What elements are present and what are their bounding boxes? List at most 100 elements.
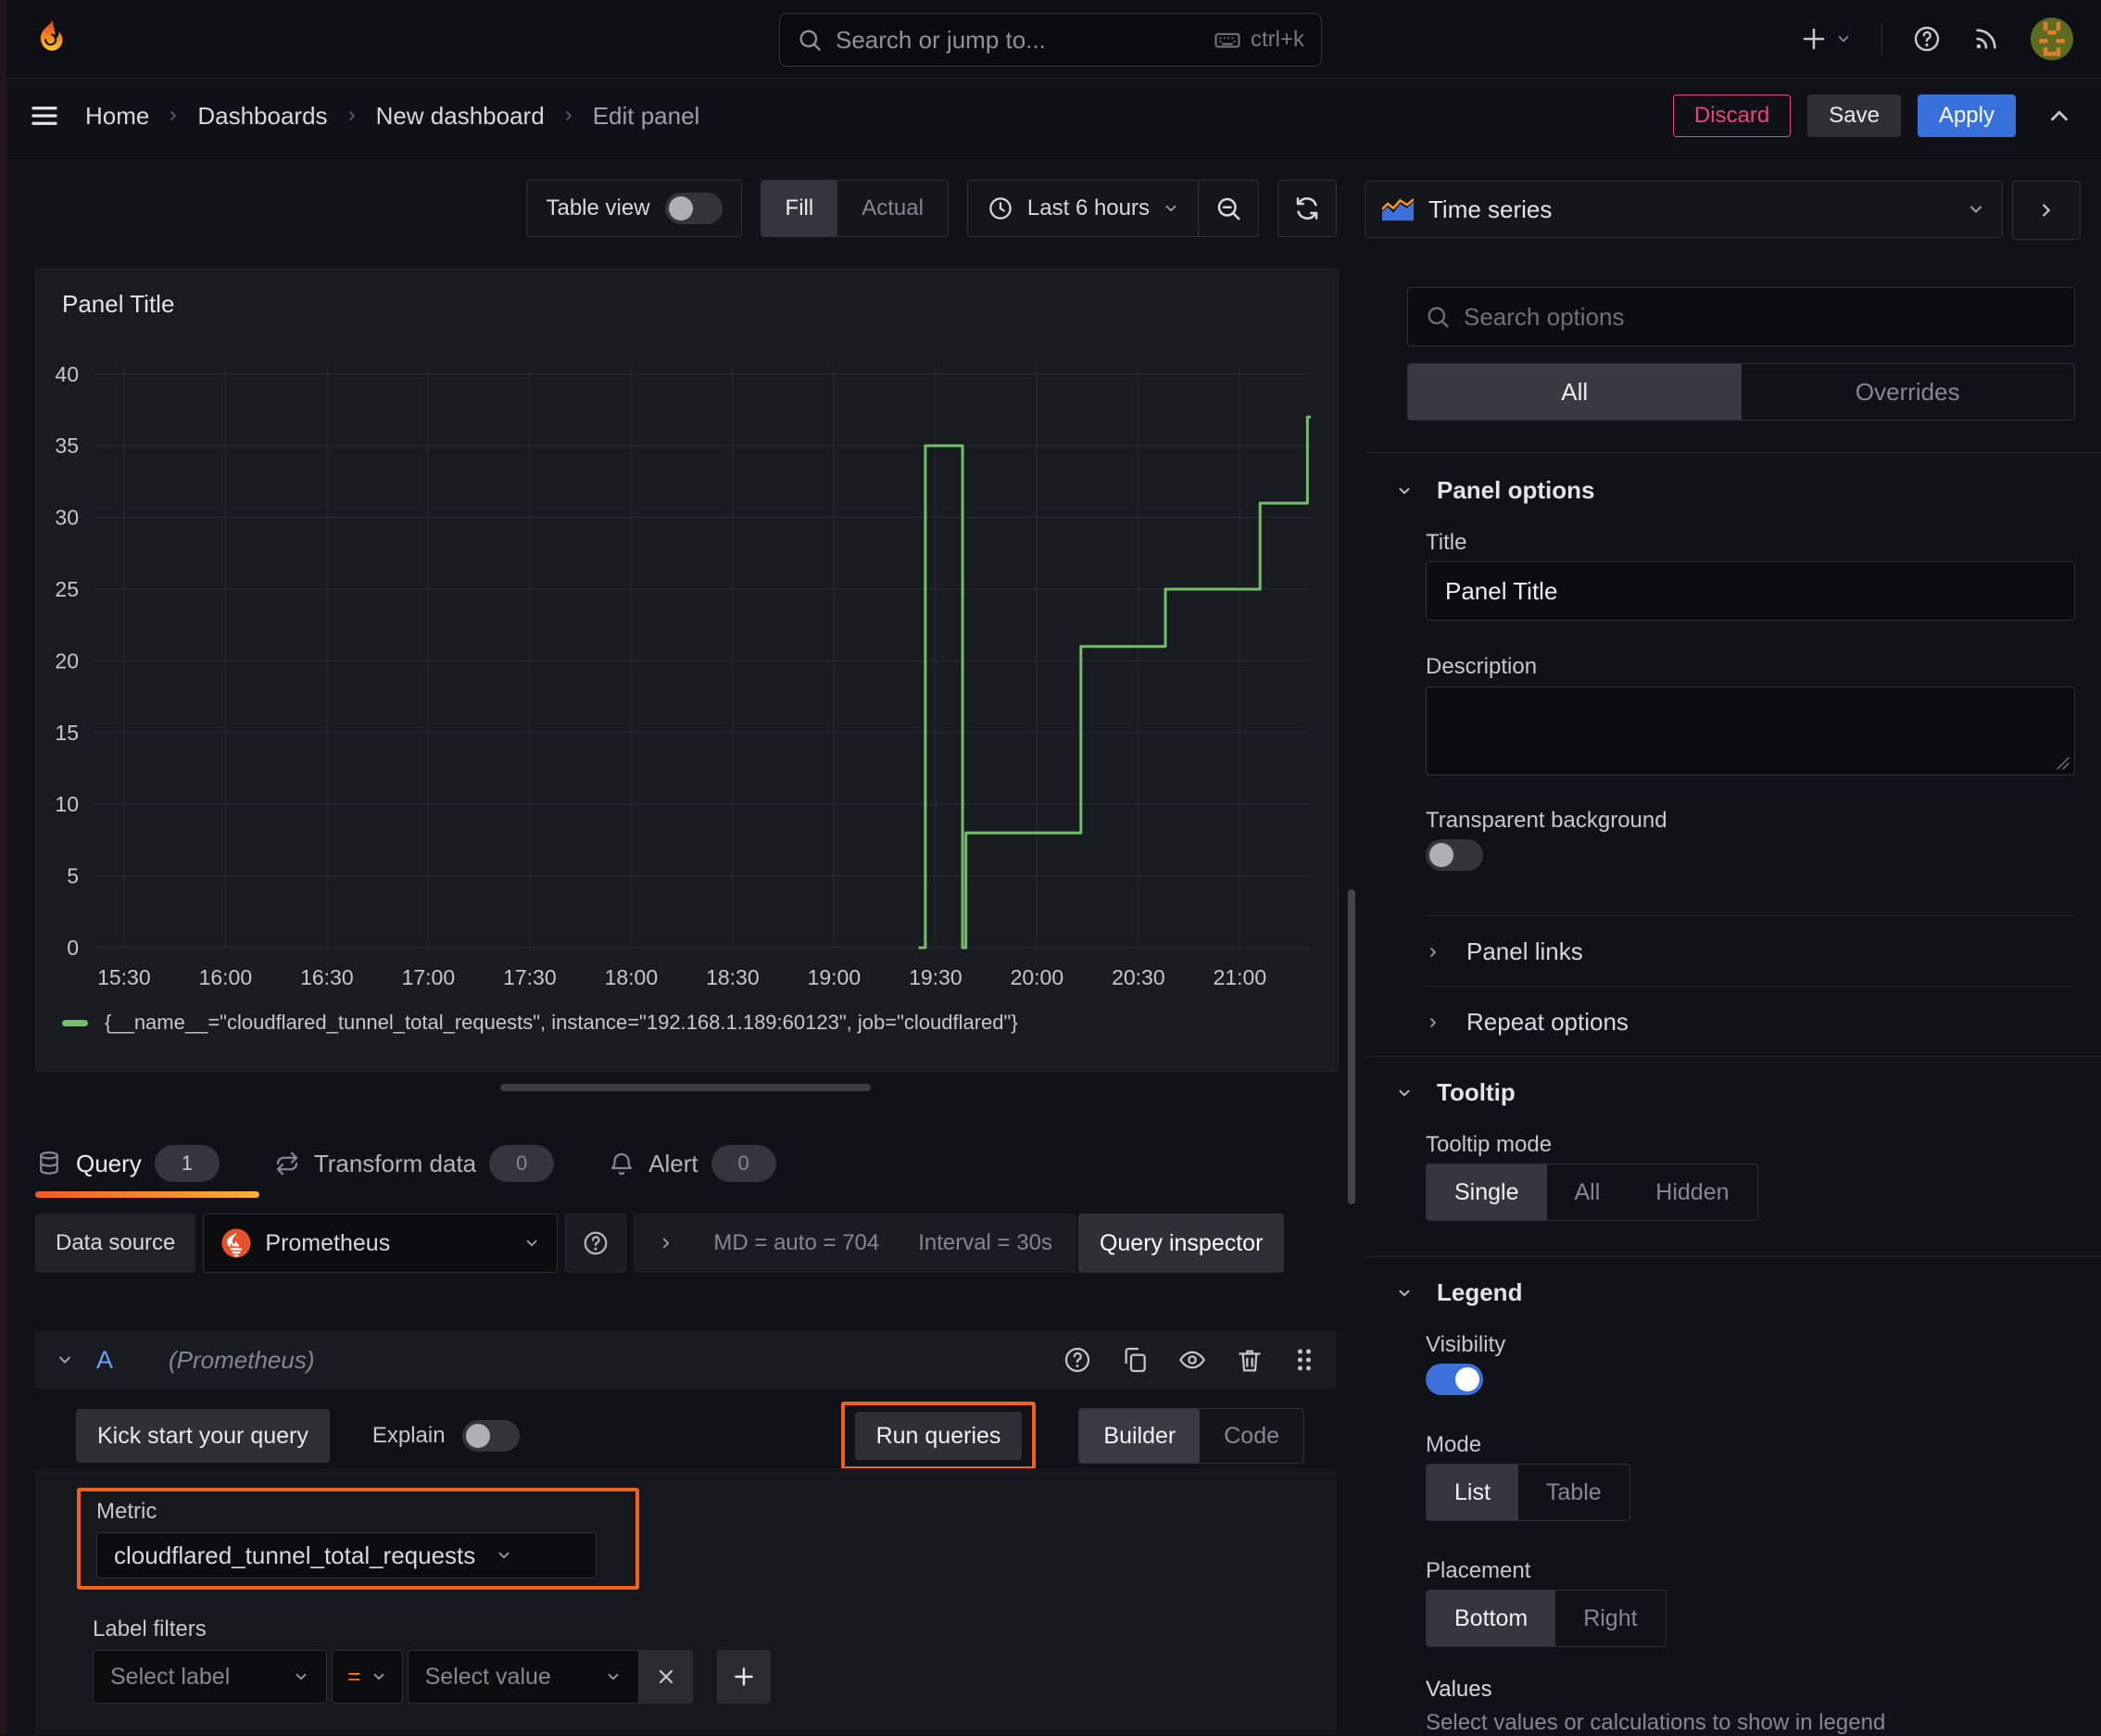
explain-toggle[interactable] bbox=[461, 1420, 520, 1452]
grafana-logo-icon[interactable] bbox=[28, 14, 74, 64]
legend-header[interactable]: Legend bbox=[1396, 1278, 1522, 1307]
table-view-toggle-group: Table view bbox=[526, 180, 742, 237]
run-queries-annotation: Run queries bbox=[840, 1402, 1037, 1470]
time-controls: Last 6 hours bbox=[966, 180, 1259, 237]
new-menu-button[interactable] bbox=[1800, 25, 1852, 53]
tooltip-header[interactable]: Tooltip bbox=[1396, 1078, 1516, 1107]
actual-option[interactable]: Actual bbox=[837, 181, 948, 236]
description-textarea[interactable] bbox=[1426, 686, 2075, 775]
filter-overrides-option[interactable]: Overrides bbox=[1742, 364, 2075, 420]
svg-text:18:00: 18:00 bbox=[605, 965, 659, 989]
select-label-dropdown[interactable]: Select label bbox=[93, 1650, 327, 1704]
query-inspector-button[interactable]: Query inspector bbox=[1077, 1214, 1285, 1273]
discard-button[interactable]: Discard bbox=[1672, 94, 1792, 137]
max-datapoints-stat: MD = auto = 704 bbox=[713, 1230, 880, 1255]
placement-bottom-option[interactable]: Bottom bbox=[1427, 1591, 1556, 1646]
time-range-label: Last 6 hours bbox=[1026, 195, 1150, 220]
drag-handle-icon[interactable] bbox=[1292, 1346, 1316, 1374]
select-value-dropdown[interactable]: Select value bbox=[407, 1650, 639, 1704]
description-label: Description bbox=[1426, 654, 1538, 679]
menu-icon[interactable] bbox=[28, 99, 61, 132]
svg-text:16:00: 16:00 bbox=[199, 965, 253, 989]
fill-option[interactable]: Fill bbox=[761, 181, 838, 236]
sub-divider bbox=[1426, 915, 2075, 916]
database-icon bbox=[35, 1150, 63, 1177]
tab-transform-data[interactable]: Transform data 0 bbox=[273, 1138, 555, 1189]
refresh-button[interactable] bbox=[1277, 180, 1337, 237]
tab-alert[interactable]: Alert 0 bbox=[608, 1138, 776, 1189]
legend-visibility-toggle[interactable] bbox=[1426, 1364, 1483, 1395]
user-avatar[interactable] bbox=[2031, 18, 2073, 60]
timeseries-panel[interactable]: Panel Title 0 5 10 15 20 25 30 35 40 15:30 16:00 16… bbox=[35, 269, 1339, 1072]
legend-mode-switch: List Table bbox=[1426, 1464, 1630, 1521]
edit-pane-main: Table view Fill Actual Last 6 hours Pane… bbox=[0, 154, 1358, 1734]
placement-right-option[interactable]: Right bbox=[1555, 1591, 1665, 1646]
chevron-down-icon bbox=[293, 1668, 309, 1685]
chevron-down-icon bbox=[1163, 200, 1179, 217]
legend-table-option[interactable]: Table bbox=[1518, 1465, 1629, 1520]
hide-response-eye-icon[interactable] bbox=[1177, 1345, 1207, 1375]
timeseries-chart[interactable]: 0 5 10 15 20 25 30 35 40 15:30 16:00 16:30 17:00 17:3… bbox=[42, 362, 1311, 1011]
chevron-down-icon bbox=[605, 1668, 622, 1685]
zoom-out-button[interactable] bbox=[1199, 181, 1258, 236]
datasource-help-button[interactable] bbox=[565, 1214, 627, 1273]
run-queries-button[interactable]: Run queries bbox=[854, 1412, 1023, 1460]
query-ref-id[interactable]: A bbox=[96, 1346, 113, 1375]
legend-list-option[interactable]: List bbox=[1427, 1465, 1518, 1520]
collapse-query-icon[interactable] bbox=[56, 1351, 74, 1369]
time-range-picker[interactable]: Last 6 hours bbox=[968, 181, 1198, 236]
kick-start-query-button[interactable]: Kick start your query bbox=[76, 1409, 330, 1463]
builder-option[interactable]: Builder bbox=[1079, 1409, 1201, 1463]
series-legend-label[interactable]: {__name__="cloudflared_tunnel_total_requ… bbox=[105, 1011, 1018, 1035]
active-tab-underline bbox=[35, 1191, 259, 1198]
svg-text:10: 10 bbox=[55, 792, 79, 816]
svg-text:17:30: 17:30 bbox=[503, 965, 557, 989]
search-options-input[interactable]: Search options bbox=[1407, 287, 2075, 346]
code-option[interactable]: Code bbox=[1200, 1409, 1303, 1463]
add-filter-button[interactable] bbox=[716, 1650, 771, 1704]
tooltip-all-option[interactable]: All bbox=[1547, 1164, 1629, 1220]
tooltip-mode-switch: Single All Hidden bbox=[1426, 1164, 1758, 1221]
chevron-right-icon bbox=[166, 108, 181, 123]
repeat-options-label: Repeat options bbox=[1466, 1008, 1629, 1036]
svg-text:0: 0 bbox=[67, 936, 79, 960]
panel-title-input[interactable]: Panel Title bbox=[1426, 561, 2075, 621]
breadcrumb-home[interactable]: Home bbox=[85, 102, 149, 131]
svg-text:35: 35 bbox=[55, 434, 79, 458]
tooltip-hidden-option[interactable]: Hidden bbox=[1628, 1164, 1756, 1220]
metric-annotation: Metric cloudflared_tunnel_total_requests bbox=[77, 1488, 639, 1590]
search-icon bbox=[797, 27, 823, 53]
save-button[interactable]: Save bbox=[1807, 94, 1901, 137]
news-icon[interactable] bbox=[1971, 24, 2001, 54]
chart-legend: {__name__="cloudflared_tunnel_total_requ… bbox=[62, 1011, 1018, 1035]
chevron-down-icon bbox=[1835, 31, 1852, 47]
panel-title: Panel Title bbox=[62, 290, 175, 318]
remove-query-trash-icon[interactable] bbox=[1235, 1345, 1264, 1375]
datasource-picker[interactable]: Prometheus bbox=[203, 1214, 559, 1273]
breadcrumb-new-dashboard[interactable]: New dashboard bbox=[376, 102, 545, 131]
transparent-background-toggle[interactable] bbox=[1426, 839, 1483, 871]
chevron-up-icon[interactable] bbox=[2045, 102, 2073, 130]
repeat-options-section[interactable]: Repeat options bbox=[1426, 1008, 1629, 1037]
help-icon[interactable] bbox=[1912, 24, 1942, 54]
tooltip-single-option[interactable]: Single bbox=[1427, 1164, 1547, 1220]
table-view-toggle[interactable] bbox=[664, 193, 723, 224]
operator-dropdown[interactable]: = bbox=[332, 1650, 403, 1704]
panel-resize-handle[interactable] bbox=[500, 1084, 871, 1091]
remove-filter-button[interactable] bbox=[638, 1650, 693, 1704]
panel-options-header[interactable]: Panel options bbox=[1396, 476, 1594, 505]
panel-links-section[interactable]: Panel links bbox=[1426, 937, 1583, 966]
breadcrumb-dashboards[interactable]: Dashboards bbox=[197, 102, 327, 131]
query-options-summary[interactable]: MD = auto = 704 Interval = 30s bbox=[634, 1214, 1076, 1273]
panel-view-toolbar: Table view Fill Actual Last 6 hours bbox=[526, 180, 1337, 237]
filter-all-option[interactable]: All bbox=[1408, 364, 1742, 420]
global-search-input[interactable]: Search or jump to... ctrl+k bbox=[779, 13, 1322, 67]
metric-select[interactable]: cloudflared_tunnel_total_requests bbox=[96, 1532, 597, 1579]
resize-grip-icon[interactable] bbox=[2056, 756, 2070, 771]
transform-count-badge: 0 bbox=[489, 1145, 555, 1182]
scrollbar-thumb[interactable] bbox=[1348, 889, 1355, 1204]
duplicate-query-icon[interactable] bbox=[1120, 1345, 1150, 1375]
apply-button[interactable]: Apply bbox=[1917, 94, 2016, 137]
tab-query[interactable]: Query 1 bbox=[35, 1138, 220, 1189]
query-help-icon[interactable] bbox=[1063, 1345, 1092, 1375]
